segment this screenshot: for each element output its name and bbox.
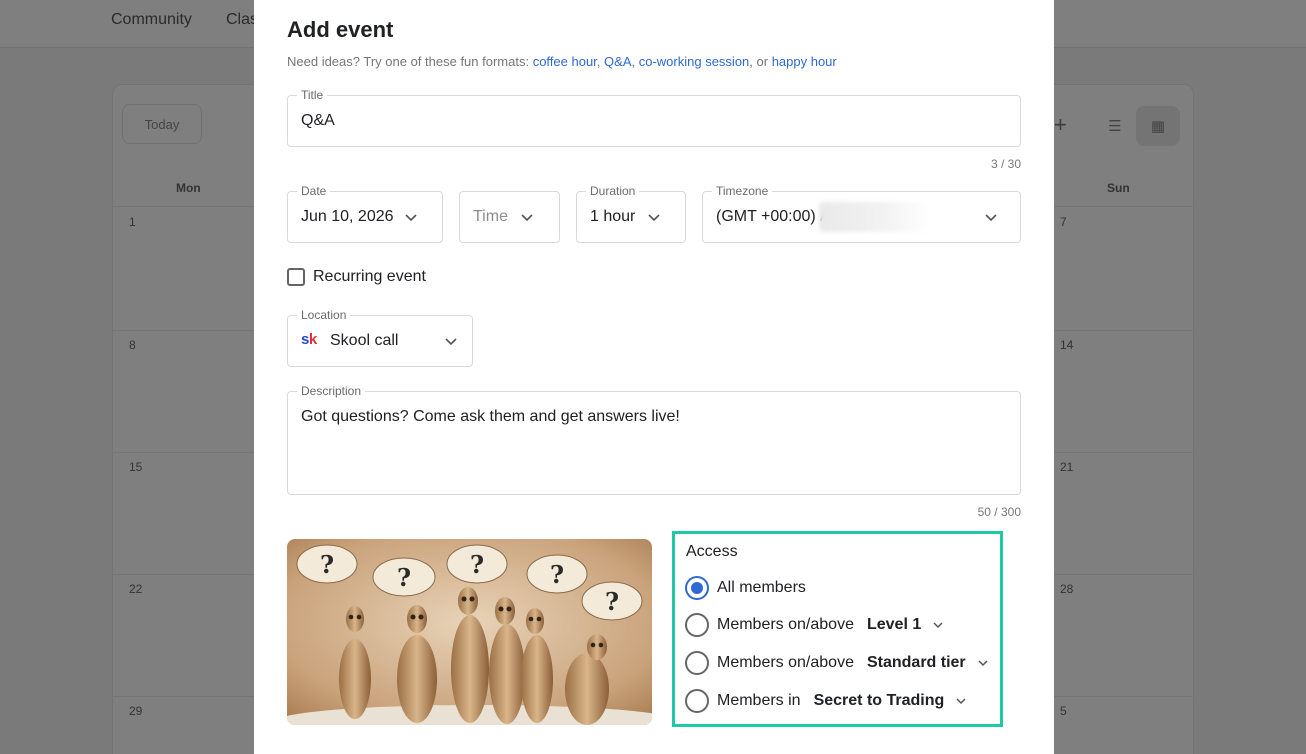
chevron-down-icon — [985, 214, 997, 222]
ideas-separator: , — [596, 54, 605, 69]
timezone-select[interactable]: Timezone (GMT +00:00) / — [702, 184, 1021, 243]
level-select-value: Level 1 — [866, 616, 922, 633]
checkbox-box[interactable] — [287, 268, 305, 286]
duration-value: 1 hour — [590, 208, 636, 225]
title-value: Q&A — [301, 112, 335, 129]
date-select[interactable]: Date Jun 10, 2026 — [287, 184, 443, 243]
access-title: Access — [686, 543, 738, 560]
location-label: Location — [297, 308, 351, 322]
description-label: Description — [297, 384, 366, 398]
recurring-event-label: Recurring event — [313, 268, 426, 285]
access-option-tier[interactable]: Members on/above Standard tier — [685, 651, 990, 675]
question-mark: ? — [550, 560, 564, 589]
question-mark: ? — [397, 563, 411, 592]
access-option-label: Members in — [717, 692, 801, 709]
access-section: Access All members Members on/above Leve… — [672, 531, 1003, 727]
modal-title: Add event — [287, 17, 394, 42]
timezone-label: Timezone — [712, 184, 773, 198]
chevron-down-icon — [405, 214, 417, 222]
tier-select[interactable]: Standard tier — [867, 654, 990, 672]
ideas-prefix: Need ideas? Try one of these fun formats… — [287, 54, 533, 69]
timezone-value: (GMT +00:00) / — [716, 208, 825, 225]
description-textarea[interactable]: Description Got questions? Come ask them… — [287, 384, 1021, 495]
access-option-all-members[interactable]: All members — [685, 576, 806, 600]
chevron-down-icon — [956, 698, 966, 705]
access-option-course[interactable]: Members in Secret to Trading — [685, 689, 968, 713]
duration-select[interactable]: Duration 1 hour — [576, 184, 686, 243]
idea-link-coworking-session[interactable]: co-working session — [639, 54, 750, 69]
add-event-modal: Add event Need ideas? Try one of these f… — [254, 0, 1054, 754]
duration-label: Duration — [586, 184, 640, 198]
location-value: Skool call — [330, 332, 399, 349]
description-counter: 50 / 300 — [977, 505, 1021, 519]
question-mark: ? — [605, 587, 619, 616]
access-option-level[interactable]: Members on/above Level 1 — [685, 613, 945, 637]
title-input[interactable]: Title Q&A — [287, 88, 1021, 147]
tier-select-value: Standard tier — [866, 654, 966, 671]
access-option-label: Members on/above — [717, 616, 854, 633]
event-cover-image[interactable]: ? ? ? ? ? — [287, 539, 652, 725]
radio-unselected[interactable] — [685, 651, 709, 675]
access-option-label: Members on/above — [717, 654, 854, 671]
course-select-value: Secret to Trading — [813, 692, 945, 709]
ideas-separator: , or — [749, 54, 772, 69]
description-value: Got questions? Come ask them and get ans… — [301, 408, 680, 425]
location-select[interactable]: Location sk Skool call — [287, 308, 473, 367]
chevron-down-icon — [648, 214, 660, 222]
question-mark: ? — [320, 550, 334, 579]
ideas-separator: , — [631, 54, 639, 69]
chevron-down-icon — [521, 214, 533, 222]
time-placeholder: Time — [473, 208, 508, 225]
time-select[interactable]: Time — [459, 191, 560, 243]
chevron-down-icon — [933, 622, 943, 629]
title-counter: 3 / 30 — [990, 157, 1021, 171]
meerkats-image: ? ? ? ? ? — [287, 539, 652, 725]
date-value: Jun 10, 2026 — [301, 208, 394, 225]
skool-logo-s: s — [301, 331, 309, 348]
radio-unselected[interactable] — [685, 689, 709, 713]
redacted-timezone-name — [819, 202, 929, 232]
recurring-event-checkbox[interactable]: Recurring event — [287, 268, 426, 286]
skool-logo-k: k — [308, 331, 317, 348]
question-mark: ? — [470, 550, 484, 579]
level-select[interactable]: Level 1 — [867, 616, 945, 634]
chevron-down-icon — [445, 338, 457, 346]
radio-unselected[interactable] — [685, 613, 709, 637]
idea-link-qa[interactable]: Q&A — [604, 54, 631, 69]
radio-selected[interactable] — [685, 576, 709, 600]
date-label: Date — [297, 184, 331, 198]
ideas-text: Need ideas? Try one of these fun formats… — [287, 54, 837, 69]
title-label: Title — [297, 88, 328, 102]
idea-link-happy-hour[interactable]: happy hour — [772, 54, 837, 69]
course-select[interactable]: Secret to Trading — [814, 692, 969, 710]
idea-link-coffee-hour[interactable]: coffee hour — [533, 54, 597, 69]
access-option-label: All members — [717, 579, 806, 596]
skool-logo-icon: sk — [301, 331, 317, 348]
chevron-down-icon — [978, 660, 988, 667]
